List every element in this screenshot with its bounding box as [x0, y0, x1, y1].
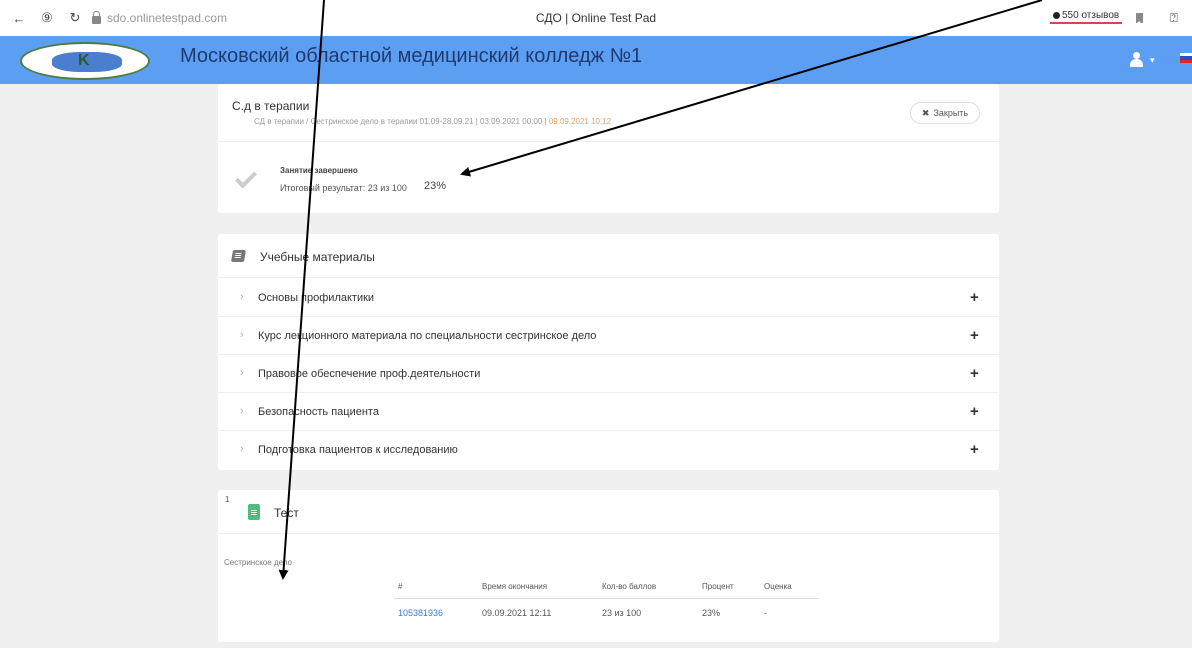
course-name: С.д в терапии [232, 99, 310, 113]
test-subtitle: Сестринское дело [224, 558, 292, 567]
course-meta: СД в терапии / Сестринское дело в терапи… [254, 117, 611, 126]
url-text: sdo.onlinetestpad.com [107, 11, 228, 25]
material-item[interactable]: › Подготовка пациентов к исследованию + [218, 431, 999, 469]
book-icon [230, 250, 247, 262]
material-item[interactable]: › Основы профилактики + [218, 279, 999, 317]
user-icon[interactable] [1130, 52, 1143, 68]
status-label: Занятие завершено [280, 166, 358, 175]
divider [218, 141, 999, 142]
site-title: Московский областной медицинский колледж… [180, 45, 643, 67]
column-header: Оценка [764, 582, 792, 591]
table-cell: 23 из 100 [602, 608, 642, 618]
course-card: С.д в терапии СД в терапии / Сестринское… [218, 84, 999, 213]
expand-plus-icon[interactable]: + [970, 327, 979, 344]
expand-plus-icon[interactable]: + [970, 365, 979, 382]
table-divider [394, 598, 818, 599]
material-item[interactable]: › Правовое обеспечение проф.деятельности… [218, 355, 999, 393]
divider [218, 533, 999, 534]
address-bar[interactable]: sdo.onlinetestpad.com [92, 10, 228, 25]
column-header: Процент [702, 582, 734, 591]
test-title: Тест [274, 506, 299, 520]
column-header: # [398, 582, 403, 591]
close-button[interactable]: ✖ Закрыть [910, 102, 980, 124]
extension-icon[interactable]: ⍰ [1170, 10, 1178, 26]
expand-plus-icon[interactable]: + [970, 441, 979, 458]
material-label: Подготовка пациентов к исследованию [258, 444, 458, 456]
table-cell: - [764, 608, 767, 618]
back-button[interactable]: ← [8, 11, 30, 26]
course-deadline: 09.09.2021 10:12 [548, 117, 612, 126]
reviews-badge[interactable]: 550 отзывов [1050, 10, 1123, 24]
materials-card: Учебные материалы › Основы профилактики … [218, 234, 999, 470]
material-label: Основы профилактики [258, 292, 375, 304]
material-label: Безопасность пациента [258, 406, 379, 418]
yandex-icon[interactable]: ⑨ [36, 10, 58, 26]
speech-bubble-icon [1053, 12, 1060, 19]
chevron-right-icon: › [240, 329, 244, 341]
close-icon: ✖ [921, 107, 930, 118]
document-icon [248, 504, 260, 520]
attempt-link[interactable]: 105381936 [398, 608, 443, 618]
expand-plus-icon[interactable]: + [970, 289, 979, 306]
material-item[interactable]: › Курс лекционного материала по специаль… [218, 317, 999, 355]
chevron-right-icon: › [240, 443, 244, 455]
material-label: Курс лекционного материала по специально… [258, 330, 597, 342]
materials-title: Учебные материалы [260, 250, 375, 264]
column-header: Время окончания [482, 582, 548, 591]
material-label: Правовое обеспечение проф.деятельности [258, 368, 481, 380]
course-meta-info: СД в терапии / Сестринское дело в терапи… [254, 117, 549, 126]
expand-plus-icon[interactable]: + [970, 403, 979, 420]
college-logo[interactable]: K [20, 42, 150, 80]
chevron-right-icon: › [240, 405, 244, 417]
table-cell: 09.09.2021 12:11 [482, 608, 552, 618]
reload-button[interactable]: ↻ [64, 10, 86, 26]
test-card: 1 Тест Сестринское дело # Время окончани… [218, 490, 999, 642]
browser-toolbar: ← ⑨ ↻ sdo.onlinetestpad.com СДО | Online… [0, 0, 1192, 36]
reviews-label: 550 отзывов [1062, 10, 1120, 21]
close-label: Закрыть [933, 108, 969, 118]
chevron-right-icon: › [240, 291, 244, 303]
result-percent: 23% [424, 180, 447, 192]
material-item[interactable]: › Безопасность пациента + [218, 393, 999, 431]
language-flag-icon[interactable] [1180, 53, 1192, 63]
chevron-down-icon[interactable]: ▾ [1150, 55, 1155, 66]
result-label: Итоговый результат: 23 из 100 [280, 183, 407, 193]
bookmark-icon[interactable] [1136, 13, 1143, 24]
materials-header: Учебные материалы [218, 234, 999, 278]
lock-icon [92, 10, 101, 24]
chevron-right-icon: › [240, 367, 244, 379]
table-cell: 23% [702, 608, 721, 618]
column-header: Кол-во баллов [602, 582, 657, 591]
test-number: 1 [225, 495, 230, 504]
check-icon [235, 166, 257, 189]
